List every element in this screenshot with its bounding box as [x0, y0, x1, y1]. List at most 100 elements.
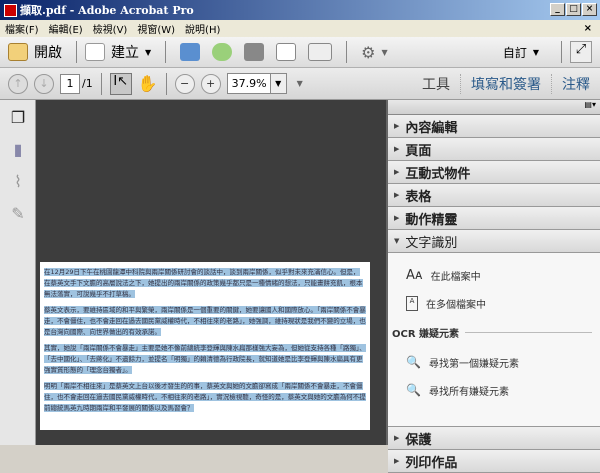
section-content-editing[interactable]: ▶ 內容編輯 — [388, 115, 600, 138]
expand-arrow-icon: ▶ — [394, 214, 400, 222]
title-bar: 擷取.pdf - Adobe Acrobat Pro _ □ × — [0, 0, 600, 20]
item-label: 在多個檔案中 — [426, 299, 486, 311]
paragraph[interactable]: 其實，她說「兩岸關係不會暴走」主要是她不像前總統李登輝與陳水扁那樣強大妄為，但她… — [44, 344, 366, 374]
section-protection[interactable]: ▶ 保護 — [388, 427, 600, 450]
text-recognition-body: Aᴀ 在此檔案中 A 在多個檔案中 OCR 嫌疑元素 🔍 尋找第一個嫌疑元素 🔍 尋找所… — [388, 253, 600, 427]
expand-arrow-icon: ▶ — [394, 168, 400, 176]
pane-tabs: 工具 填寫和簽署 注釋 — [412, 68, 600, 100]
section-label: 列印作品 — [405, 455, 458, 471]
section-interactive-objects[interactable]: ▶ 互動式物件 — [388, 161, 600, 184]
paragraph[interactable]: 明明「兩岸不相往來」是蔡英文上台以後才發生的的事，蔡英文與她的文膽卻寫成「兩岸關… — [44, 382, 366, 412]
open-label: 開啟 — [34, 45, 62, 61]
chevron-down-icon[interactable]: ▼ — [297, 79, 303, 88]
main-toolbar: 開啟 建立 ▼ ⚙ ▼ 自訂 ▼ ⤢ — [0, 37, 600, 68]
minimize-button[interactable]: _ — [550, 3, 565, 16]
save-icon[interactable] — [180, 43, 201, 61]
item-label: 在此檔案中 — [430, 271, 481, 283]
bookmarks-icon[interactable]: ▮ — [9, 140, 27, 159]
hand-tool-icon[interactable]: ✋ — [138, 74, 158, 93]
divider — [100, 72, 102, 95]
panel-options-icon[interactable]: ▤▾ — [388, 100, 600, 115]
upload-cloud-icon[interactable] — [212, 43, 233, 61]
previous-page-icon[interactable]: ↑ — [8, 73, 28, 94]
signatures-icon[interactable]: ✎ — [9, 204, 27, 223]
section-label: 文字識別 — [405, 235, 458, 251]
paragraph[interactable]: 在12月29日下午在桃園龍潭中科院與兩岸關係研討會的談話中，談到兩岸關係，似乎對… — [44, 268, 363, 298]
zoom-in-icon[interactable]: + — [200, 73, 221, 94]
divider — [561, 41, 562, 63]
find-all-suspects[interactable]: 🔍 尋找所有嫌疑元素 — [406, 376, 600, 404]
close-document-button[interactable]: × — [584, 23, 592, 34]
find-suspect-icon: 🔍 — [406, 355, 421, 369]
select-tool-icon[interactable]: I↖ — [109, 72, 132, 95]
menu-view[interactable]: 檢視(V) — [93, 21, 128, 36]
expand-icon[interactable]: ⤢ — [570, 41, 592, 63]
email-icon[interactable] — [308, 43, 333, 61]
section-label: 頁面 — [405, 143, 432, 159]
page-number-input[interactable]: 1 — [60, 73, 80, 94]
folder-icon — [8, 43, 28, 61]
find-all-suspects-icon: 🔍 — [406, 383, 421, 397]
tools-panel: ▤▾ ▶ 內容編輯 ▶ 頁面 ▶ 互動式物件 ▶ 表格 ▶ 動作精靈 ▼ 文字識別 Aᴀ 在此… — [386, 100, 600, 473]
acrobat-icon — [4, 3, 17, 17]
section-forms[interactable]: ▶ 表格 — [388, 184, 600, 207]
section-print-production[interactable]: ▶ 列印作品 — [388, 450, 600, 473]
item-label: 尋找第一個嫌疑元素 — [428, 358, 519, 370]
create-button[interactable]: 建立 ▼ — [85, 42, 151, 62]
window-title: 擷取.pdf - Adobe Acrobat Pro — [20, 4, 194, 17]
page-thumbnails-icon[interactable]: ❐ — [9, 108, 27, 127]
create-label: 建立 — [111, 45, 139, 61]
page-total: /1 — [82, 77, 93, 90]
section-label: 互動式物件 — [405, 166, 471, 182]
expand-arrow-icon: ▶ — [394, 457, 400, 465]
customize-button[interactable]: 自訂 ▼ — [503, 44, 539, 61]
chevron-down-icon: ▼ — [145, 47, 152, 57]
ocr-this-file[interactable]: Aᴀ 在此檔案中 — [406, 261, 600, 289]
attachments-icon[interactable]: ⌇ — [9, 172, 27, 191]
chevron-down-icon[interactable]: ▼ — [382, 48, 388, 57]
zoom-out-icon[interactable]: − — [174, 73, 195, 94]
heading-label: OCR 嫌疑元素 — [392, 329, 460, 340]
section-text-recognition[interactable]: ▼ 文字識別 — [388, 230, 600, 253]
document-ocr-icon: A — [406, 295, 418, 311]
next-page-icon[interactable]: ↓ — [34, 73, 54, 94]
divider — [165, 41, 167, 63]
menu-window[interactable]: 視窗(W) — [137, 21, 175, 36]
tab-comment[interactable]: 注釋 — [551, 74, 600, 94]
navigation-pane: ❐ ▮ ⌇ ✎ — [0, 100, 36, 445]
expand-arrow-icon: ▶ — [394, 191, 400, 199]
menu-help[interactable]: 說明(H) — [185, 21, 220, 36]
maximize-button[interactable]: □ — [566, 3, 581, 16]
gear-icon[interactable]: ⚙ — [361, 43, 375, 62]
menu-file[interactable]: 檔案(F) — [5, 21, 39, 36]
section-label: 內容編輯 — [405, 120, 458, 136]
ocr-multiple-files[interactable]: A 在多個檔案中 — [406, 289, 600, 317]
zoom-input[interactable]: 37.9% — [226, 73, 271, 94]
open-button[interactable]: 開啟 — [8, 42, 62, 62]
section-pages[interactable]: ▶ 頁面 — [388, 138, 600, 161]
tab-tools[interactable]: 工具 — [412, 74, 460, 94]
tab-fill-sign[interactable]: 填寫和簽署 — [460, 74, 551, 94]
expand-arrow-icon: ▶ — [394, 434, 400, 442]
edit-document-icon[interactable] — [276, 43, 297, 61]
expand-arrow-icon: ▶ — [394, 145, 400, 153]
print-icon[interactable] — [244, 43, 265, 61]
customize-label: 自訂 — [502, 45, 527, 60]
expand-arrow-icon: ▶ — [394, 122, 400, 130]
text-aa-icon: Aᴀ — [406, 267, 423, 283]
divider — [76, 41, 77, 63]
section-action-wizard[interactable]: ▶ 動作精靈 — [388, 207, 600, 230]
close-button[interactable]: × — [582, 3, 597, 16]
item-label: 尋找所有嫌疑元素 — [428, 386, 509, 398]
section-label: 表格 — [405, 189, 432, 205]
find-first-suspect[interactable]: 🔍 尋找第一個嫌疑元素 — [406, 348, 600, 376]
paragraph[interactable]: 蔡英文表示，要維持區域的和平與繁榮，兩岸關係是一個重要的關鍵，她要讓國人和國際放… — [44, 306, 366, 336]
menu-edit[interactable]: 編輯(E) — [49, 21, 83, 36]
create-pdf-icon — [85, 43, 105, 61]
document-view[interactable]: 在12月29日下午在桃園龍潭中科院與兩岸關係研討會的談話中，談到兩岸關係，似乎對… — [36, 100, 386, 445]
divider — [465, 332, 592, 333]
divider — [165, 72, 167, 95]
collapse-arrow-icon: ▼ — [394, 237, 400, 245]
zoom-dropdown[interactable]: ▼ — [270, 73, 287, 94]
section-label: 動作精靈 — [405, 212, 458, 228]
